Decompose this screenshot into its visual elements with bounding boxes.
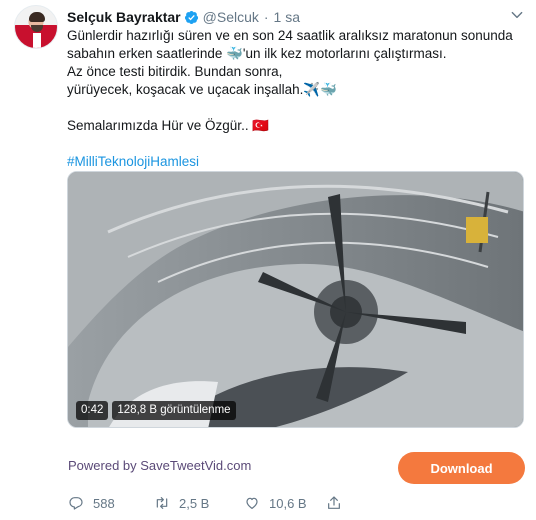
- tweet-actions: 588 2,5 B 10,6 B: [68, 494, 342, 512]
- tweet-text-line: Az önce testi bitirdik. Bundan sonra,: [67, 64, 283, 79]
- video-player[interactable]: 0:42 128,8 B görüntülenme: [67, 171, 524, 428]
- video-views: 128,8 B görüntülenme: [112, 401, 236, 420]
- share-action[interactable]: [326, 495, 342, 511]
- like-icon: [246, 497, 258, 509]
- tweet-text-blank-line: [67, 135, 522, 153]
- tweet-text-line: Semalarımızda Hür ve Özgür.. 🇹🇷: [67, 118, 270, 133]
- video-badges: 0:42 128,8 B görüntülenme: [76, 401, 236, 420]
- avatar[interactable]: [14, 5, 58, 49]
- powered-by-link[interactable]: Powered by SaveTweetVid.com: [68, 458, 251, 473]
- tweet-card: Selçuk Bayraktar @Selcuk · 1 sa Günlerdi…: [0, 0, 536, 520]
- avatar-beard: [31, 25, 43, 32]
- tweet-header: Selçuk Bayraktar @Selcuk · 1 sa: [67, 8, 300, 26]
- tweet-text-line: yürüyecek, koşacak ve uçacak inşallah.✈️…: [67, 82, 337, 97]
- share-icon: [328, 496, 340, 509]
- video-frame: [68, 172, 523, 427]
- reply-count: 588: [93, 495, 115, 511]
- reply-action[interactable]: 588: [68, 495, 154, 511]
- header-separator: ·: [263, 9, 269, 25]
- retweet-action[interactable]: 2,5 B: [154, 495, 244, 511]
- verified-badge-icon: [184, 10, 198, 24]
- chevron-down-icon[interactable]: [510, 8, 524, 22]
- tweet-text: Günlerdir hazırlığı süren ve en son 24 s…: [67, 27, 522, 171]
- author-handle[interactable]: @Selcuk: [203, 9, 259, 25]
- author-name[interactable]: Selçuk Bayraktar: [67, 9, 181, 25]
- tweet-text-line: sabahın erken saatlerinde 🐳'un ilk kez m…: [67, 46, 447, 61]
- avatar-collar: [33, 33, 41, 48]
- video-duration: 0:42: [76, 401, 109, 420]
- avatar-hair: [29, 12, 45, 22]
- tweet-text-blank-line: [67, 99, 522, 117]
- download-button[interactable]: Download: [398, 452, 525, 484]
- like-count: 10,6 B: [269, 495, 307, 511]
- hashtag-link[interactable]: #MilliTeknolojiHamlesi: [67, 153, 522, 171]
- tweet-text-line: Günlerdir hazırlığı süren ve en son 24 s…: [67, 28, 513, 43]
- tweet-time[interactable]: 1 sa: [274, 9, 300, 25]
- retweet-count: 2,5 B: [179, 495, 210, 511]
- like-action[interactable]: 10,6 B: [244, 495, 326, 511]
- retweet-icon: [156, 497, 168, 509]
- reply-icon: [69, 497, 83, 510]
